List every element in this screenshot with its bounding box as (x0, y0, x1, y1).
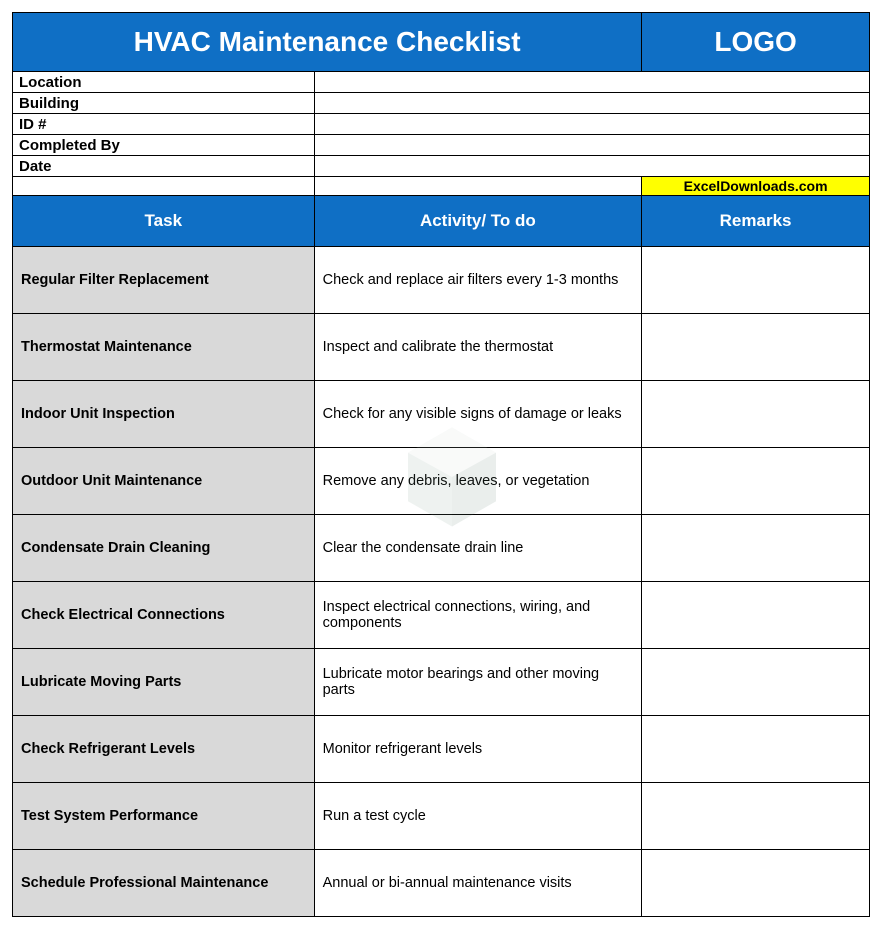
task-activity-cell: Monitor refrigerant levels (314, 716, 642, 783)
table-row: Check Refrigerant LevelsMonitor refriger… (13, 716, 870, 783)
task-name-cell: Regular Filter Replacement (13, 247, 315, 314)
title-row: HVAC Maintenance Checklist LOGO (13, 13, 870, 72)
task-activity-cell: Clear the condensate drain line (314, 515, 642, 582)
column-header-activity: Activity/ To do (314, 196, 642, 247)
task-name-cell: Outdoor Unit Maintenance (13, 448, 315, 515)
task-name-cell: Thermostat Maintenance (13, 314, 315, 381)
attribution-row: ExcelDownloads.com (13, 177, 870, 196)
info-label-id: ID # (13, 114, 315, 135)
spacer-cell (13, 177, 315, 196)
table-row: Lubricate Moving PartsLubricate motor be… (13, 649, 870, 716)
info-row-completed-by: Completed By (13, 135, 870, 156)
task-remarks-cell[interactable] (642, 649, 870, 716)
task-name-cell: Lubricate Moving Parts (13, 649, 315, 716)
task-remarks-cell[interactable] (642, 783, 870, 850)
task-remarks-cell[interactable] (642, 381, 870, 448)
info-value-id[interactable] (314, 114, 869, 135)
task-activity-cell: Run a test cycle (314, 783, 642, 850)
info-row-id: ID # (13, 114, 870, 135)
spacer-cell (314, 177, 642, 196)
table-row: Schedule Professional MaintenanceAnnual … (13, 850, 870, 917)
task-activity-cell: Remove any debris, leaves, or vegetation (314, 448, 642, 515)
table-row: Indoor Unit InspectionCheck for any visi… (13, 381, 870, 448)
checklist-table: HVAC Maintenance Checklist LOGO Location… (12, 12, 870, 917)
info-row-building: Building (13, 93, 870, 114)
task-name-cell: Indoor Unit Inspection (13, 381, 315, 448)
info-label-building: Building (13, 93, 315, 114)
task-name-cell: Condensate Drain Cleaning (13, 515, 315, 582)
task-remarks-cell[interactable] (642, 314, 870, 381)
column-header-task: Task (13, 196, 315, 247)
table-row: Test System PerformanceRun a test cycle (13, 783, 870, 850)
task-activity-cell: Inspect electrical connections, wiring, … (314, 582, 642, 649)
task-activity-cell: Lubricate motor bearings and other movin… (314, 649, 642, 716)
task-name-cell: Check Electrical Connections (13, 582, 315, 649)
info-value-completed-by[interactable] (314, 135, 869, 156)
document-title: HVAC Maintenance Checklist (13, 13, 642, 72)
task-name-cell: Check Refrigerant Levels (13, 716, 315, 783)
task-activity-cell: Annual or bi-annual maintenance visits (314, 850, 642, 917)
info-label-completed-by: Completed By (13, 135, 315, 156)
info-row-date: Date (13, 156, 870, 177)
logo-placeholder: LOGO (642, 13, 870, 72)
task-remarks-cell[interactable] (642, 582, 870, 649)
attribution-link[interactable]: ExcelDownloads.com (642, 177, 870, 196)
info-value-building[interactable] (314, 93, 869, 114)
table-row: Condensate Drain CleaningClear the conde… (13, 515, 870, 582)
task-activity-cell: Check for any visible signs of damage or… (314, 381, 642, 448)
task-activity-cell: Check and replace air filters every 1-3 … (314, 247, 642, 314)
info-label-date: Date (13, 156, 315, 177)
table-row: Thermostat MaintenanceInspect and calibr… (13, 314, 870, 381)
task-remarks-cell[interactable] (642, 515, 870, 582)
task-name-cell: Test System Performance (13, 783, 315, 850)
task-remarks-cell[interactable] (642, 247, 870, 314)
column-header-remarks: Remarks (642, 196, 870, 247)
task-remarks-cell[interactable] (642, 850, 870, 917)
table-row: Regular Filter ReplacementCheck and repl… (13, 247, 870, 314)
table-row: Check Electrical ConnectionsInspect elec… (13, 582, 870, 649)
table-row: Outdoor Unit MaintenanceRemove any debri… (13, 448, 870, 515)
task-remarks-cell[interactable] (642, 448, 870, 515)
task-activity-cell: Inspect and calibrate the thermostat (314, 314, 642, 381)
info-label-location: Location (13, 72, 315, 93)
task-remarks-cell[interactable] (642, 716, 870, 783)
info-value-location[interactable] (314, 72, 869, 93)
column-header-row: Task Activity/ To do Remarks (13, 196, 870, 247)
info-value-date[interactable] (314, 156, 869, 177)
info-row-location: Location (13, 72, 870, 93)
task-name-cell: Schedule Professional Maintenance (13, 850, 315, 917)
